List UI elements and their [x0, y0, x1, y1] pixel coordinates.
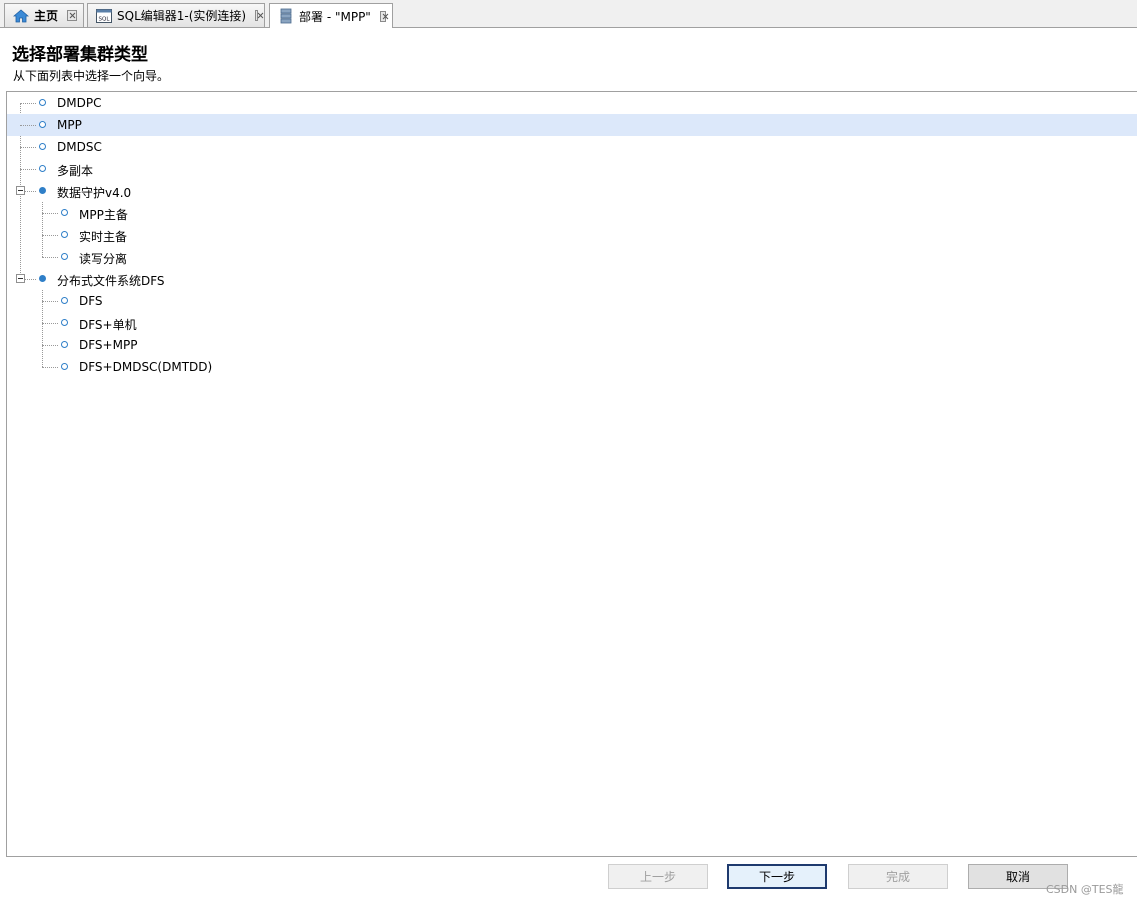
radio-dot-icon	[61, 319, 68, 326]
radio-dot-icon	[61, 231, 68, 238]
tree-item-label: 多副本	[57, 164, 94, 178]
tab-sql-editor[interactable]: SQL SQL编辑器1-(实例连接)	[87, 3, 265, 27]
tab-deploy-label: 部署 - "MPP"	[299, 9, 371, 24]
tree-item-label: 数据守护v4.0	[57, 186, 132, 200]
finish-button[interactable]: 完成	[848, 864, 948, 889]
tree-item-label: DFS+单机	[79, 318, 137, 332]
close-icon[interactable]	[67, 10, 77, 21]
svg-text:SQL: SQL	[99, 16, 111, 22]
tree-item-dfs[interactable]: DFS	[7, 290, 1137, 312]
radio-dot-icon	[39, 165, 46, 172]
sql-icon: SQL	[96, 8, 112, 24]
tree-item-label: DFS	[79, 294, 103, 308]
tree-item-dfs-mpp[interactable]: DFS+MPP	[7, 334, 1137, 356]
tree-item-mpp-standby[interactable]: MPP主备	[7, 202, 1137, 224]
tree-item-dmdsc[interactable]: DMDSC	[7, 136, 1137, 158]
tree-item-label: MPP主备	[79, 208, 128, 222]
tree-item-mpp[interactable]: MPP	[7, 114, 1137, 136]
page-subtitle: 从下面列表中选择一个向导。	[13, 69, 170, 83]
tree-item-read-write-split[interactable]: 读写分离	[7, 246, 1137, 268]
tab-bar: 主页 SQL SQL编辑器1-(实例连接) 部署 - "MPP"	[0, 0, 1137, 28]
tree-item-dfs-group[interactable]: 分布式文件系统DFS	[7, 268, 1137, 290]
tab-sql-editor-label: SQL编辑器1-(实例连接)	[117, 9, 247, 23]
radio-dot-icon	[61, 253, 68, 260]
close-icon[interactable]	[379, 10, 386, 22]
radio-dot-icon	[61, 297, 68, 304]
tree-item-dfs-single[interactable]: DFS+单机	[7, 312, 1137, 334]
tree-item-dfs-dmdsc[interactable]: DFS+DMDSC(DMTDD)	[7, 356, 1137, 378]
deploy-icon	[278, 8, 294, 24]
tree-item-label: 分布式文件系统DFS	[57, 274, 165, 288]
next-button[interactable]: 下一步	[727, 864, 827, 889]
radio-dot-icon	[39, 143, 46, 150]
tree-item-label: DFS+MPP	[79, 338, 138, 352]
radio-dot-icon	[61, 341, 68, 348]
tab-home[interactable]: 主页	[4, 3, 84, 27]
collapse-icon[interactable]	[16, 274, 25, 283]
tree-item-label: 读写分离	[79, 252, 128, 266]
tree-item-label: DMDSC	[57, 140, 102, 154]
radio-dot-icon	[39, 99, 46, 106]
page-title: 选择部署集群类型	[12, 45, 148, 65]
tab-home-label: 主页	[34, 9, 59, 23]
radio-dot-icon	[61, 363, 68, 370]
collapse-icon[interactable]	[16, 186, 25, 195]
folder-dot-icon	[39, 187, 46, 194]
home-icon	[13, 8, 29, 24]
tab-deploy-mpp[interactable]: 部署 - "MPP"	[269, 3, 393, 28]
tree-item-label: DFS+DMDSC(DMTDD)	[79, 360, 213, 374]
folder-dot-icon	[39, 275, 46, 282]
tree-item-multi-replica[interactable]: 多副本	[7, 158, 1137, 180]
tree-item-dmdpc[interactable]: DMDPC	[7, 92, 1137, 114]
radio-dot-icon	[61, 209, 68, 216]
close-icon[interactable]	[255, 10, 258, 21]
tree-item-label: 实时主备	[79, 230, 128, 244]
watermark: CSDN @TES龍	[1046, 883, 1124, 896]
tree-item-label: MPP	[57, 118, 82, 132]
tree-item-label: DMDPC	[57, 96, 102, 110]
tree-item-realtime-standby[interactable]: 实时主备	[7, 224, 1137, 246]
radio-dot-icon	[39, 121, 46, 128]
tree-item-data-guard[interactable]: 数据守护v4.0	[7, 180, 1137, 202]
wizard-tree[interactable]: DMDPC MPP DMDSC 多副本 数据守护v4.0 MPP主备 实时主备	[6, 91, 1137, 857]
button-bar	[0, 858, 1137, 903]
back-button[interactable]: 上一步	[608, 864, 708, 889]
